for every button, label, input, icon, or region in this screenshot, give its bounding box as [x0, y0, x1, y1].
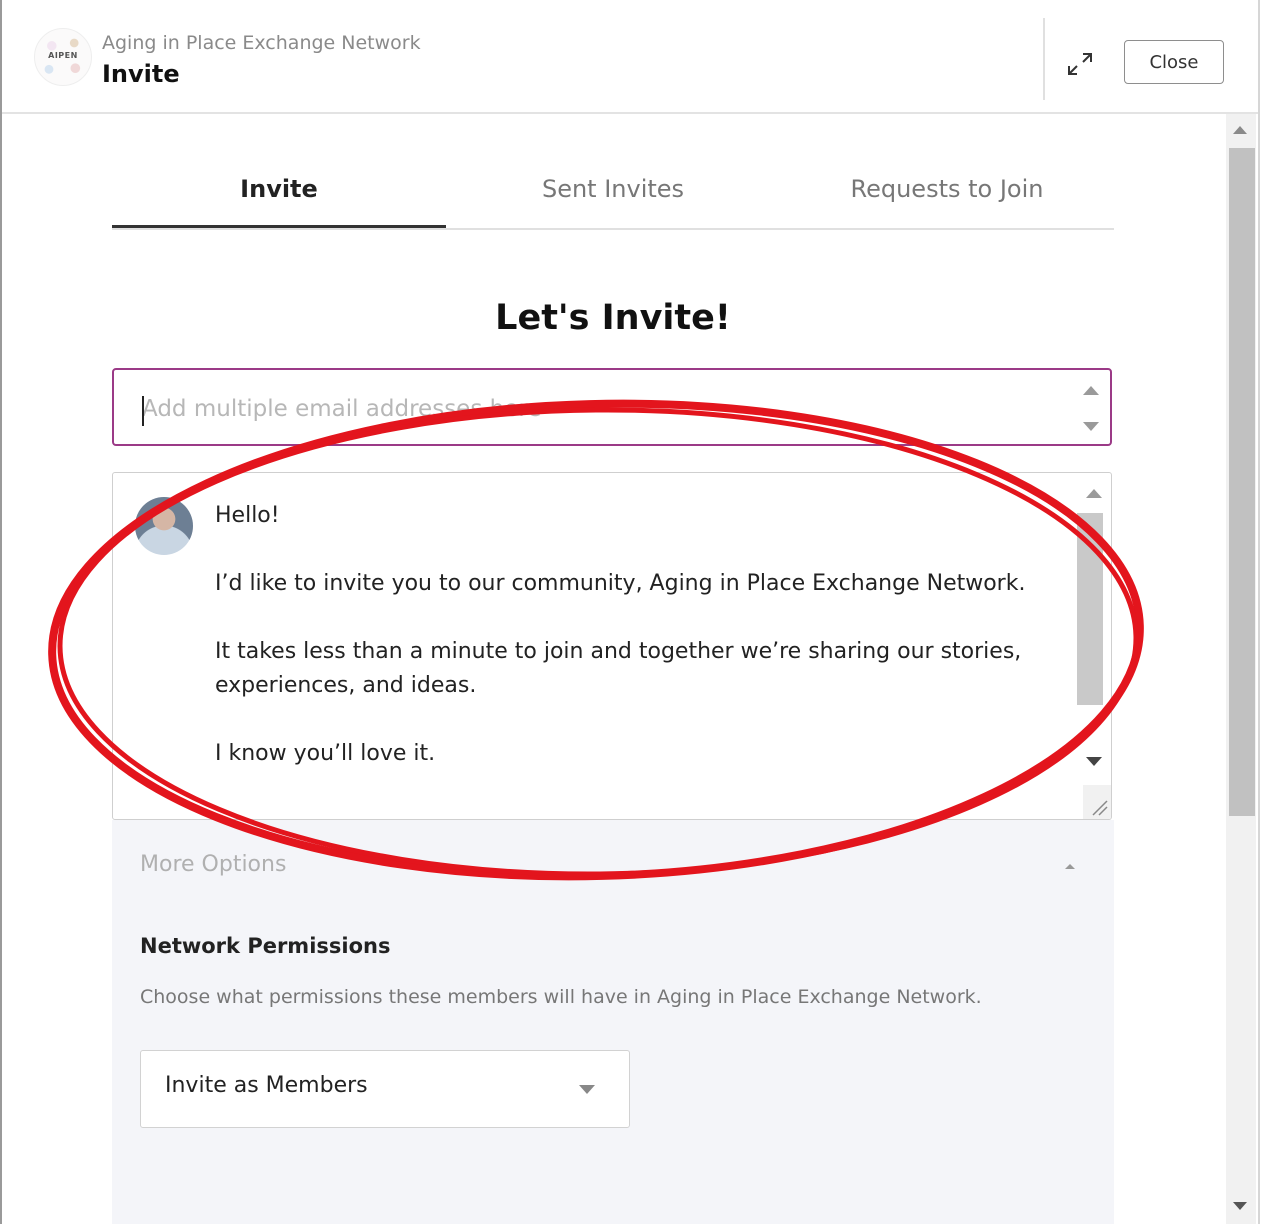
header-divider [1043, 18, 1045, 100]
email-scroll-down[interactable] [1080, 422, 1102, 431]
window-edge-right [1258, 0, 1260, 1224]
avatar [135, 497, 193, 555]
community-logo: AIPEN [34, 28, 92, 86]
message-line: experiences, and ideas. [215, 673, 477, 698]
message-scrollbar-thumb[interactable] [1077, 513, 1103, 705]
expand-button[interactable] [1064, 48, 1096, 80]
community-name: Aging in Place Exchange Network [102, 32, 421, 54]
invite-tabs: Invite Sent Invites Requests to Join [112, 150, 1114, 230]
resize-handle[interactable] [1083, 785, 1111, 819]
resize-grip-icon [1092, 800, 1108, 816]
permissions-select-value: Invite as Members [165, 1073, 368, 1098]
page-scroll-up[interactable] [1233, 126, 1247, 134]
modal-title: Invite [102, 60, 180, 88]
permissions-title: Network Permissions [140, 934, 391, 958]
options-panel: More Options Network Permissions Choose … [112, 820, 1114, 1224]
expand-icon [1068, 53, 1092, 75]
message-greeting: Hello! [215, 503, 280, 528]
page-scrollbar-thumb[interactable] [1229, 148, 1255, 816]
chevron-up-icon[interactable] [1065, 864, 1075, 869]
email-input-container[interactable] [112, 368, 1112, 446]
logo-text: AIPEN [48, 51, 78, 60]
text-caret [142, 396, 144, 426]
tab-sent-invites[interactable]: Sent Invites [446, 150, 780, 226]
chevron-down-icon [579, 1085, 595, 1094]
page-scrollbar[interactable] [1226, 114, 1256, 1224]
message-scroll-down[interactable] [1083, 757, 1105, 766]
message-scroll-up[interactable] [1083, 489, 1105, 498]
email-scroll-up[interactable] [1080, 386, 1102, 395]
invite-heading: Let's Invite! [495, 298, 731, 338]
modal-header: AIPEN Aging in Place Exchange Network In… [2, 0, 1258, 114]
message-line: I’d like to invite you to our community,… [215, 571, 1026, 596]
message-line: I know you’ll love it. [215, 741, 436, 766]
email-input[interactable] [140, 394, 1044, 430]
message-line: It takes less than a minute to join and … [215, 639, 1022, 664]
permissions-description: Choose what permissions these members wi… [140, 986, 982, 1008]
page-scroll-down[interactable] [1233, 1202, 1247, 1210]
window-edge-left [0, 0, 2, 1224]
permissions-select[interactable]: Invite as Members [140, 1050, 630, 1128]
invite-message[interactable]: Hello! I’d like to invite you to our com… [112, 472, 1112, 820]
tab-requests-to-join[interactable]: Requests to Join [780, 150, 1114, 226]
close-button[interactable]: Close [1124, 40, 1224, 84]
more-options-toggle[interactable]: More Options [140, 852, 286, 877]
tab-invite[interactable]: Invite [112, 150, 446, 228]
